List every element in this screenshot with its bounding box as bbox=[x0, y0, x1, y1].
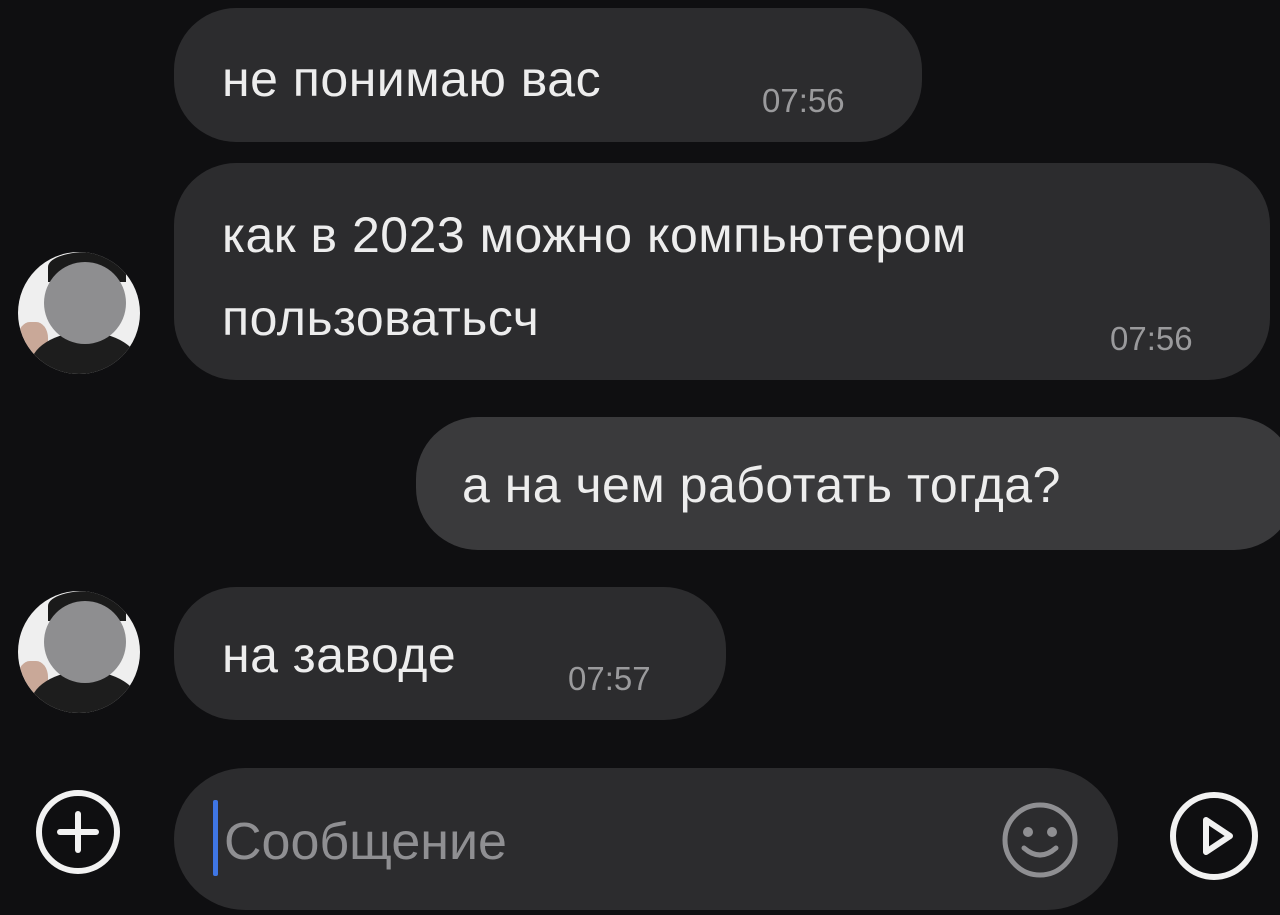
text-caret bbox=[213, 800, 218, 876]
message-text-line: пользоватьсч bbox=[222, 290, 540, 346]
message-time: 07:56 bbox=[1110, 320, 1193, 357]
message-text: не понимаю вас bbox=[222, 51, 602, 107]
message-time: 07:57 bbox=[568, 660, 651, 697]
message-input-placeholder: Сообщение bbox=[224, 813, 507, 871]
message-bubble-incoming[interactable] bbox=[174, 163, 1270, 380]
message-text-line: как в 2023 можно компьютером bbox=[222, 207, 967, 263]
avatar[interactable] bbox=[18, 591, 140, 713]
smiley-icon bbox=[1002, 802, 1078, 878]
avatar[interactable] bbox=[18, 252, 140, 374]
emoji-button[interactable] bbox=[1000, 800, 1080, 880]
attach-button[interactable] bbox=[36, 790, 120, 874]
message-time: 07:56 bbox=[762, 82, 845, 119]
send-button[interactable] bbox=[1170, 792, 1258, 880]
message-text: на заводе bbox=[222, 627, 457, 683]
message-text: а на чем работать тогда? bbox=[462, 457, 1061, 513]
play-circle-icon bbox=[1203, 817, 1233, 855]
plus-circle-icon bbox=[57, 811, 99, 853]
